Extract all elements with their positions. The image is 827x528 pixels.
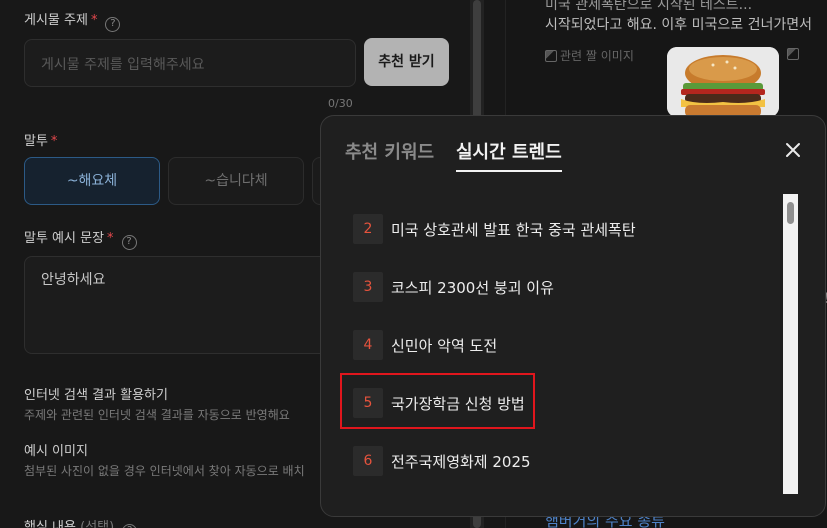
internet-search-title: 인터넷 검색 결과 활용하기: [24, 388, 168, 403]
burger-illustration: [667, 47, 779, 117]
help-icon[interactable]: ?: [122, 524, 138, 528]
preview-text-line: 미국 관세폭탄으로 시작된 테스트...: [545, 0, 753, 13]
trend-rank: 3: [353, 272, 383, 302]
topic-input[interactable]: 게시물 주제를 입력해주세요: [24, 39, 356, 87]
tone-option-haeyo[interactable]: ~해요체: [24, 157, 160, 205]
modal-scrollbar[interactable]: [783, 194, 798, 494]
trend-rank: 6: [353, 446, 383, 476]
required-mark: *: [50, 134, 58, 149]
broken-image: [787, 47, 802, 61]
example-image-desc: 첨부된 사진이 없을 경우 인터넷에서 찾아 자동으로 배치: [24, 464, 305, 478]
trend-item[interactable]: 6 전주국제영화제 2025: [353, 445, 531, 477]
topic-label: 게시물 주제 *?: [24, 9, 121, 32]
modal-scrollbar-thumb[interactable]: [787, 202, 794, 224]
trend-item[interactable]: 2 미국 상호관세 발표 한국 중국 관세폭탄: [353, 213, 636, 245]
tab-realtime-trends[interactable]: 실시간 트렌드: [456, 138, 562, 172]
tone-option-seumnida[interactable]: ~습니다체: [168, 157, 304, 205]
core-content-label: 핵심 내용 (선택)?: [24, 516, 138, 528]
trend-item[interactable]: 4 신민아 악역 도전: [353, 329, 497, 361]
trend-keyword: 신민아 악역 도전: [391, 336, 498, 355]
help-icon[interactable]: ?: [105, 17, 121, 32]
keyword-recommend-modal: 추천 키워드 실시간 트렌드 2 미국 상호관세 발표 한국 중국 관세폭탄 3…: [320, 115, 826, 517]
burger-image: [667, 47, 779, 117]
topic-counter: 0/30: [328, 97, 353, 110]
broken-image-icon: [787, 48, 799, 60]
broken-image-icon: [545, 50, 557, 62]
close-icon[interactable]: [781, 140, 805, 164]
broken-image: 관련 짤 이미지: [545, 47, 634, 64]
tab-recommended-keywords[interactable]: 추천 키워드: [345, 138, 434, 164]
internet-search-desc: 주제와 관련된 인터넷 검색 결과를 자동으로 반영해요: [24, 408, 290, 422]
required-mark: *: [90, 13, 98, 28]
trend-keyword: 전주국제영화제 2025: [391, 452, 531, 471]
example-image-title: 예시 이미지: [24, 444, 88, 459]
tone-label: 말투 *: [24, 134, 58, 149]
close-icon-glyph: [786, 143, 800, 157]
highlight-box: [340, 373, 535, 429]
trend-rank: 4: [353, 330, 383, 360]
required-mark: *: [107, 231, 114, 246]
trend-rank: 2: [353, 214, 383, 244]
trend-keyword: 코스피 2300선 붕괴 이유: [391, 278, 554, 297]
trend-keyword: 미국 상호관세 발표 한국 중국 관세폭탄: [391, 220, 636, 239]
recommend-button[interactable]: 추천 받기: [364, 38, 449, 86]
preview-text-line: 시작되었다고 해요. 이후 미국으로 건너가면서: [545, 17, 812, 33]
tone-example-label: 말투 예시 문장 *?: [24, 227, 137, 250]
trend-item[interactable]: 3 코스피 2300선 붕괴 이유: [353, 271, 554, 303]
help-icon[interactable]: ?: [121, 235, 137, 250]
